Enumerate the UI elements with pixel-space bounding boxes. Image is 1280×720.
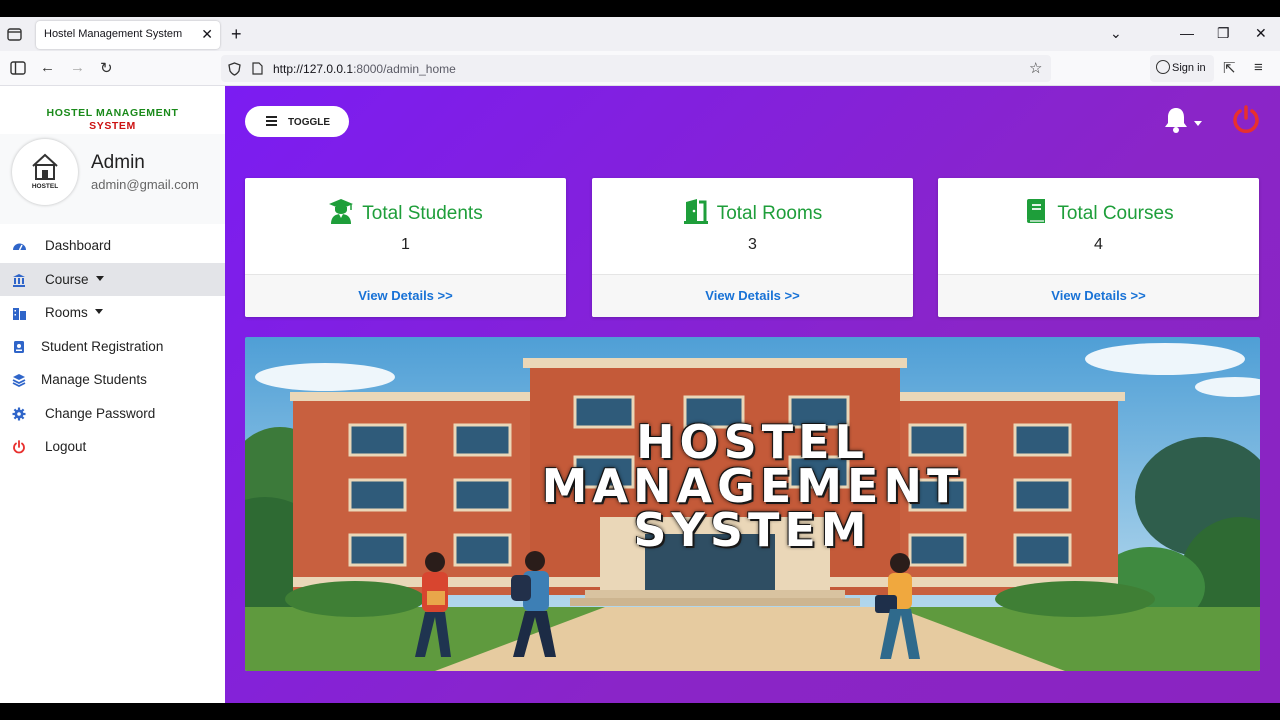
toggle-button[interactable]: TOGGLE — [245, 106, 349, 137]
top-letterbox — [0, 0, 1280, 17]
sidebar-menu: Dashboard Course Rooms Student Registrat… — [0, 229, 225, 464]
sidebar-item-label: Dashboard — [45, 238, 112, 253]
bookmark-star-icon[interactable]: ☆ — [1029, 59, 1042, 77]
reload-icon[interactable]: ↻ — [100, 59, 113, 77]
sidebar-item-label: Change Password — [45, 405, 156, 421]
dashboard-icon — [12, 239, 26, 253]
card-value: 1 — [401, 236, 410, 253]
sign-in-button[interactable]: Sign in — [1150, 55, 1214, 82]
bottom-letterbox — [0, 703, 1280, 720]
main-content: TOGGLE Total Students 1 View Details >> — [225, 86, 1280, 703]
id-card-icon — [12, 340, 26, 354]
sign-in-label: Sign in — [1172, 62, 1206, 74]
url-text: http://127.0.0.1:8000/admin_home — [273, 62, 456, 76]
building-icon — [12, 306, 26, 320]
card-total-courses: Total Courses 4 View Details >> — [938, 178, 1259, 317]
sidebar-item-manage-students[interactable]: Manage Students — [0, 363, 225, 397]
card-header: Total Rooms 3 — [592, 178, 913, 275]
browser-tab[interactable]: Hostel Management System ✕ — [36, 21, 220, 49]
avatar-text: HOSTEL — [32, 183, 58, 190]
gear-icon — [12, 407, 26, 421]
chevron-down-icon[interactable]: ⌄ — [1110, 25, 1122, 42]
avatar: HOSTEL — [12, 139, 78, 205]
sidebar-item-label: Course — [45, 272, 104, 287]
bell-icon[interactable] — [1162, 106, 1190, 134]
back-icon[interactable]: ← — [40, 59, 55, 76]
browser-navbar: ← → ↻ http://127.0.0.1:8000/admin_home ☆… — [0, 51, 1280, 86]
power-icon — [12, 440, 26, 454]
card-title: Total Courses — [938, 198, 1259, 225]
restore-icon[interactable]: ❐ — [1217, 25, 1230, 42]
caret-down-icon — [95, 275, 104, 281]
page-icon — [252, 62, 263, 75]
brand-title: HOSTEL MANAGEMENT SYSTEM — [0, 107, 225, 133]
admin-email: admin@gmail.com — [91, 177, 199, 192]
sidebar-item-dashboard[interactable]: Dashboard — [0, 229, 225, 263]
sidebar-item-label: Rooms — [45, 305, 103, 320]
minimize-icon[interactable]: — — [1180, 25, 1194, 41]
sidebar-item-label: Student Registration — [41, 338, 164, 354]
admin-name: Admin — [91, 152, 145, 173]
card-value: 4 — [1094, 236, 1103, 253]
card-title: Total Students — [245, 198, 566, 225]
brand-line2: SYSTEM — [89, 120, 136, 132]
shield-icon[interactable] — [228, 62, 241, 76]
card-total-students: Total Students 1 View Details >> — [245, 178, 566, 317]
sidebar-item-logout[interactable]: Logout — [0, 430, 225, 464]
banner-title-line3: SYSTEM — [633, 503, 872, 557]
door-icon — [683, 199, 708, 224]
view-details-link[interactable]: View Details >> — [938, 275, 1259, 317]
layers-icon — [12, 373, 26, 388]
new-tab-icon[interactable]: + — [231, 24, 242, 45]
tab-title: Hostel Management System — [44, 28, 183, 40]
sidebar-item-label: Logout — [45, 439, 87, 454]
bank-icon — [12, 273, 26, 287]
hamburger-icon — [266, 116, 277, 126]
caret-down-icon[interactable] — [1194, 121, 1202, 126]
hostel-logo-icon: HOSTEL — [32, 153, 58, 190]
sidebar: HOSTEL MANAGEMENT SYSTEM HOSTEL Admin ad… — [0, 86, 225, 703]
hostel-banner: HOSTEL MANAGEMENT SYSTEM — [245, 337, 1260, 671]
graduate-icon — [329, 199, 354, 224]
view-details-link[interactable]: View Details >> — [245, 275, 566, 317]
profile-area: HOSTEL Admin admin@gmail.com — [0, 134, 225, 224]
brand-line1: HOSTEL MANAGEMENT — [46, 107, 179, 119]
browser-tabstrip: Hostel Management System ✕ + ⌄ — ❐ ✕ — [0, 17, 1280, 51]
close-window-icon[interactable]: ✕ — [1255, 25, 1267, 42]
card-value: 3 — [748, 236, 757, 253]
forward-icon[interactable]: → — [70, 59, 85, 76]
menu-icon[interactable]: ≡ — [1254, 59, 1263, 76]
card-header: Total Students 1 — [245, 178, 566, 275]
close-icon[interactable]: ✕ — [201, 26, 213, 43]
extensions-icon[interactable]: ⇱ — [1223, 59, 1236, 77]
url-bar[interactable]: http://127.0.0.1:8000/admin_home ☆ — [221, 55, 1051, 82]
caret-down-icon — [94, 309, 103, 314]
view-details-link[interactable]: View Details >> — [592, 275, 913, 317]
account-icon — [1156, 60, 1170, 74]
sidebar-toggle-icon[interactable] — [10, 61, 26, 75]
sidebar-item-student-registration[interactable]: Student Registration — [0, 330, 225, 364]
sidebar-item-change-password[interactable]: Change Password — [0, 397, 225, 431]
sidebar-item-rooms[interactable]: Rooms — [0, 296, 225, 330]
book-icon — [1027, 199, 1046, 223]
toggle-label: TOGGLE — [288, 117, 331, 128]
power-icon[interactable] — [1231, 104, 1261, 134]
card-title: Total Rooms — [592, 198, 913, 225]
card-header: Total Courses 4 — [938, 178, 1259, 275]
card-total-rooms: Total Rooms 3 View Details >> — [592, 178, 913, 317]
sidebar-item-label: Manage Students — [41, 372, 147, 387]
sidebar-item-course[interactable]: Course — [0, 262, 225, 296]
tab-list-icon[interactable] — [6, 25, 24, 43]
